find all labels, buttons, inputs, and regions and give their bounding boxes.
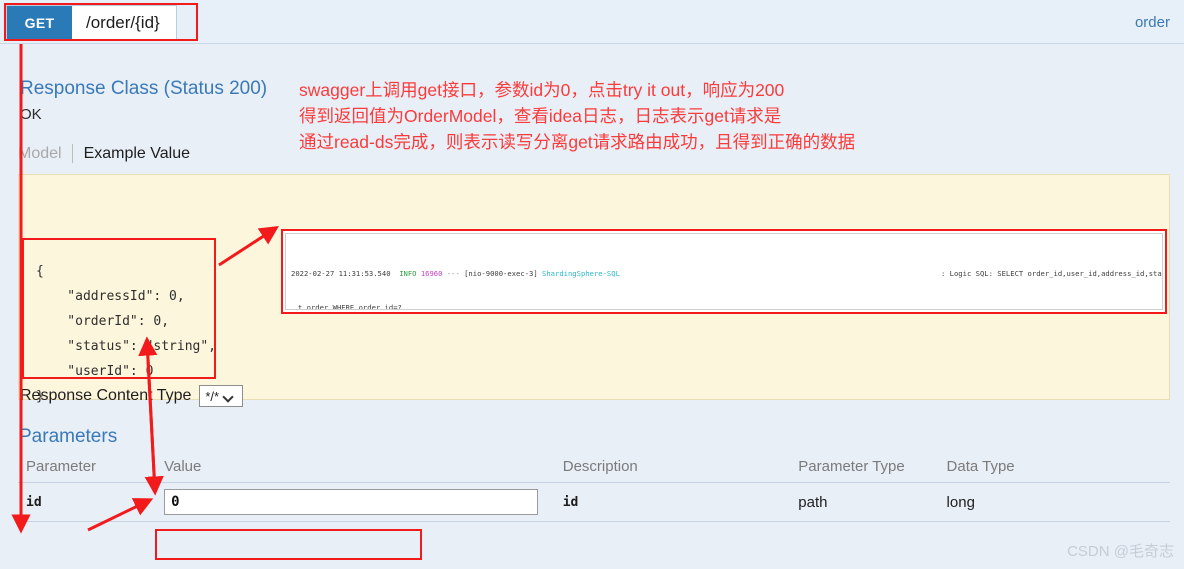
operation-body: Response Class (Status 200) OK Model Exa… [0,44,1184,569]
response-status-text: OK [20,106,42,123]
column-header-description: Description [554,456,791,483]
parameters-title: Parameters [19,426,118,447]
cell-data-type: long [938,482,1170,522]
example-json-highlight-box: { "addressId": 0, "orderId": 0, "status"… [22,238,216,404]
log-gap-1 [391,269,400,278]
log-logger: ShardingSphere-SQL [542,269,620,279]
operation-tag-link[interactable]: order [1135,14,1170,31]
parameters-table: Parameter Value Description Parameter Ty… [18,456,1170,522]
idea-log-screenshot-highlight: 2022-02-27 11:31:53.540 INFO 16960 --- [… [281,229,1167,314]
swagger-operation-panel: GET /order/{id} order Response Class (St… [0,0,1184,569]
tab-example-value[interactable]: Example Value [73,145,190,163]
annotation-line-1: swagger上调用get接口，参数id为0，点击try it out，响应为2… [299,80,785,100]
http-method-badge: GET [7,6,72,40]
parameter-value-input[interactable] [164,489,539,515]
cell-parameter-value [156,482,555,522]
log-line: 2022-02-27 11:31:53.540 INFO 16960 --- [… [286,268,1162,279]
operation-path[interactable]: /order/{id} [72,6,176,40]
response-content-type-label: Response Content Type [20,387,192,404]
annotation-line-3: 通过read-ds完成，则表示读写分离get请求路由成功，且得到正确的数据 [299,132,856,152]
response-content-type-value: */* [205,388,220,404]
tab-model[interactable]: Model [18,145,72,163]
column-header-parameter: Parameter [18,456,157,483]
log-message: : Logic SQL: SELECT order_id,user_id,add… [941,269,1163,279]
annotation-text: swagger上调用get接口，参数id为0，点击try it out，响应为2… [299,77,855,155]
operation-header-bar[interactable]: GET /order/{id} [6,5,177,41]
column-header-data-type: Data Type [938,456,1170,483]
csdn-watermark: CSDN @毛奇志 [1067,543,1174,560]
idea-log-console: 2022-02-27 11:31:53.540 INFO 16960 --- [… [285,233,1163,310]
operation-header[interactable]: GET /order/{id} order [0,0,1184,44]
log-dashes: --- [446,269,460,279]
log-thread: [nio-9000-exec-3] [464,269,538,279]
log-continuation: t_order WHERE order_id=? [298,303,402,310]
cell-parameter-type: path [790,482,939,522]
log-pid: 16960 [420,269,443,279]
annotation-line-2: 得到返回值为OrderModel，查看idea日志，日志表示get请求是 [299,106,782,126]
cell-parameter-description: id [554,482,791,522]
table-row: id id path long [18,482,1170,522]
log-level: INFO [399,269,417,279]
log-line-continuation: t_order WHERE order_id=? [286,302,1162,310]
parameter-value-highlight-box [155,529,422,560]
response-class-title: Response Class (Status 200) [20,78,268,99]
response-content-type-select[interactable]: */* [199,385,244,407]
chevron-down-icon [224,392,233,401]
column-header-parameter-type: Parameter Type [790,456,939,483]
response-content-type-row: Response Content Type */* [20,385,244,407]
table-header-row: Parameter Value Description Parameter Ty… [18,456,1170,483]
column-header-value: Value [156,456,555,483]
model-example-tabs[interactable]: Model Example Value [18,144,190,163]
log-timestamp: 2022-02-27 11:31:53.540 [291,269,391,279]
cell-parameter-name: id [18,482,157,522]
